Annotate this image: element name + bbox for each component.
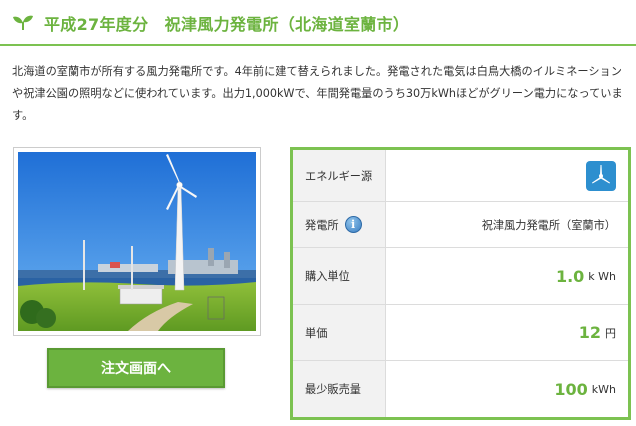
plant-label: 発電所 [305, 218, 339, 232]
info-icon[interactable]: i [344, 216, 362, 233]
plant-info-table: エネルギー源 発電所 i 祝津風力発電所（室蘭市） 購入単位 1.0 k Wh [290, 147, 631, 420]
energy-source-label: エネルギー源 [293, 150, 386, 201]
table-row-purchase-unit: 購入単位 1.0 k Wh [293, 247, 628, 304]
unit-price-value: 12 [578, 323, 601, 342]
purchase-unit-label: 購入単位 [293, 248, 386, 304]
table-row-energy-source: エネルギー源 [293, 150, 628, 201]
unit-price-label: 単価 [293, 305, 386, 360]
plant-value: 祝津風力発電所（室蘭市） [481, 218, 616, 232]
plant-photo [13, 147, 261, 336]
table-row-unit-price: 単価 12 円 [293, 304, 628, 360]
min-sales-label: 最少販売量 [293, 361, 386, 417]
purchase-unit-unit: k Wh [588, 269, 616, 283]
page-header: 平成27年度分 祝津風力発電所（北海道室蘭市） [0, 0, 636, 46]
plant-description: 北海道の室蘭市が所有する風力発電所です。4年前に建て替えられました。発電された電… [12, 65, 623, 122]
table-row-plant: 発電所 i 祝津風力発電所（室蘭市） [293, 201, 628, 247]
purchase-unit-value: 1.0 [555, 266, 585, 286]
order-button[interactable]: 注文画面へ [47, 348, 225, 388]
table-row-min-sales: 最少販売量 100 kWh [293, 360, 628, 417]
min-sales-unit: kWh [591, 382, 616, 396]
wind-turbine-icon [586, 160, 616, 191]
sprout-icon [13, 15, 33, 30]
min-sales-value: 100 [554, 379, 588, 399]
page-title: 平成27年度分 祝津風力発電所（北海道室蘭市） [44, 15, 410, 34]
unit-price-unit: 円 [605, 326, 616, 340]
